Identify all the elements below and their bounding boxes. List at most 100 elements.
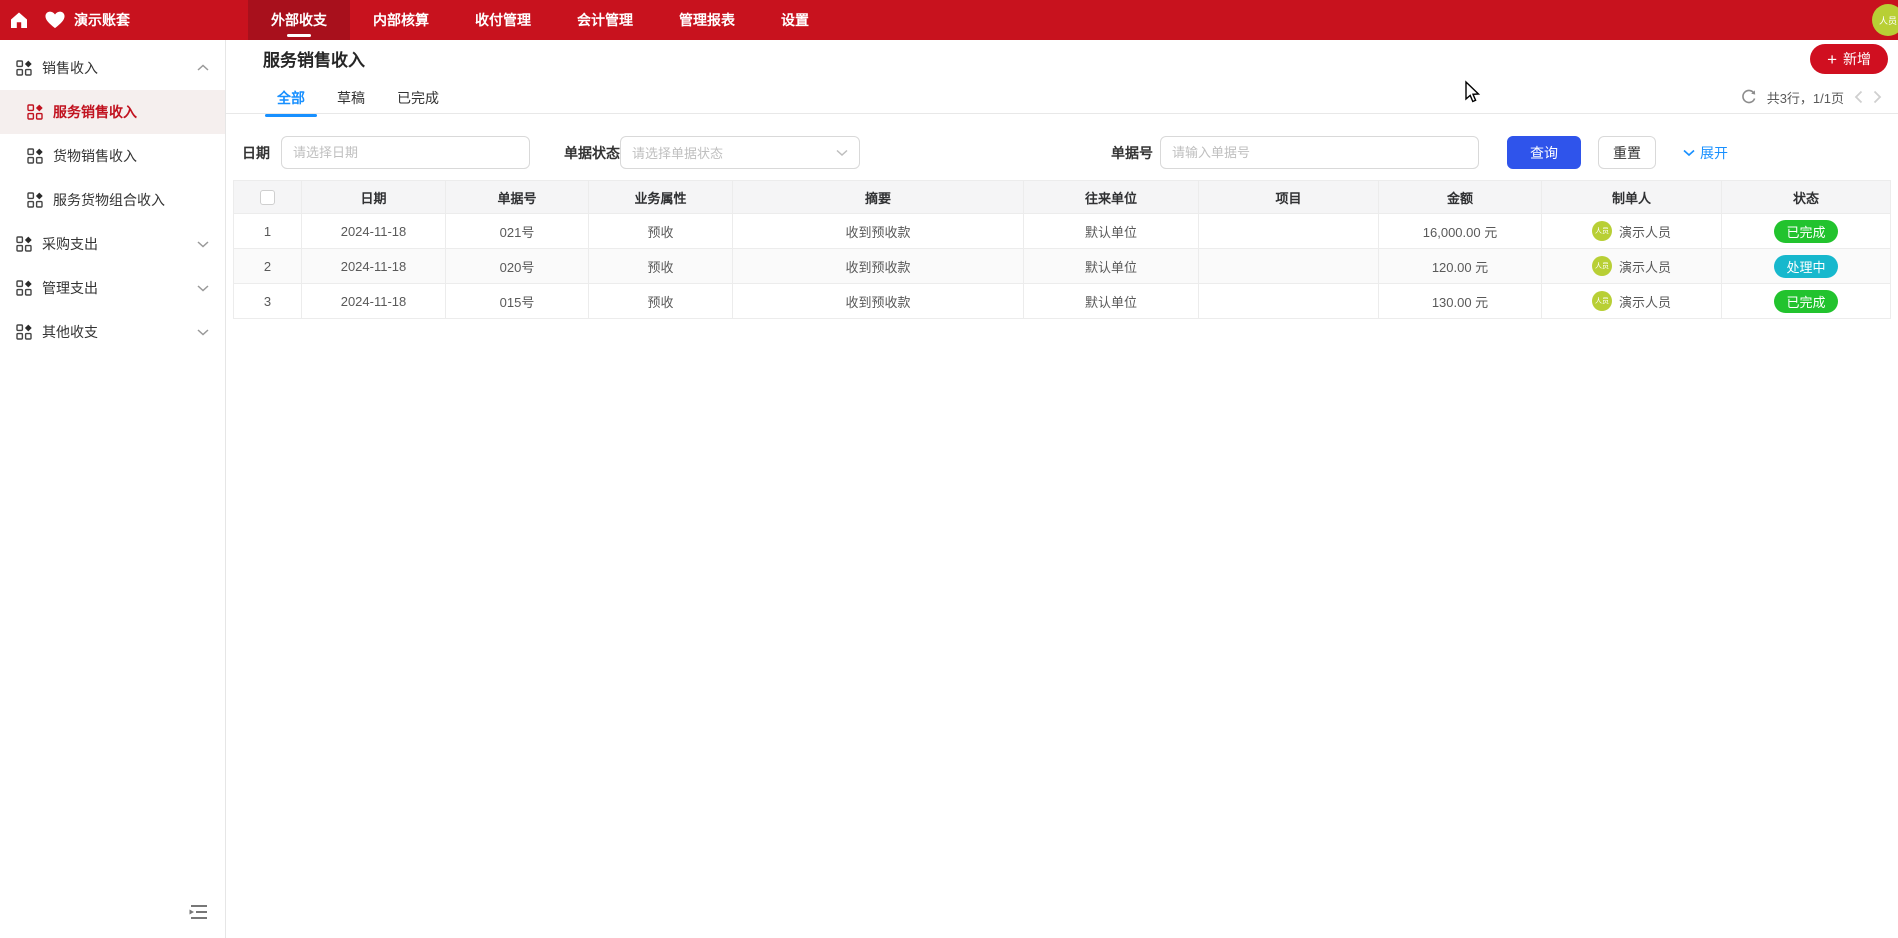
module-icon: [27, 192, 43, 208]
expand-filters-link[interactable]: 展开: [1683, 136, 1728, 169]
sidebar-collapse-button[interactable]: [187, 903, 209, 926]
col-header-status: 状态: [1722, 181, 1891, 214]
chevron-down-icon: [197, 284, 209, 292]
cell-counterparty: 默认单位: [1024, 284, 1199, 319]
sidebar-item-label: 货物销售收入: [53, 146, 137, 166]
page-title: 服务销售收入: [263, 46, 365, 71]
sidebar-group-label: 采购支出: [42, 234, 98, 254]
sidebar-group-purchase-expense[interactable]: 采购支出: [0, 222, 225, 266]
nav-item-settings[interactable]: 设置: [758, 0, 832, 40]
cell-date: 2024-11-18: [302, 214, 446, 249]
account-set-name[interactable]: 演示账套: [74, 10, 130, 30]
cell-creator: 演示人员: [1619, 292, 1671, 311]
tab-draft[interactable]: 草稿: [325, 84, 377, 117]
cell-biz-type: 预收: [589, 284, 733, 319]
status-filter-label: 单据状态: [564, 136, 620, 169]
search-button[interactable]: 查询: [1507, 136, 1581, 169]
nav-item-payments[interactable]: 收付管理: [452, 0, 554, 40]
table-row[interactable]: 2 2024-11-18 020号 预收 收到预收款 默认单位 120.00 元…: [234, 249, 1891, 284]
tabs-bar: 全部 草稿 已完成: [226, 84, 1898, 114]
sidebar-group-label: 管理支出: [42, 278, 98, 298]
date-filter-input[interactable]: [281, 136, 530, 169]
tab-all[interactable]: 全部: [265, 84, 317, 117]
row-index: 2: [234, 249, 302, 284]
nav-item-external-income-expense[interactable]: 外部收支: [248, 0, 350, 40]
tab-label: 草稿: [337, 90, 365, 106]
sidebar-group-sales-income[interactable]: 销售收入: [0, 46, 225, 90]
tab-completed[interactable]: 已完成: [385, 84, 451, 117]
chevron-down-icon: [197, 328, 209, 336]
favorite-heart-icon[interactable]: [38, 0, 72, 40]
pagination: 共3行，1/1页: [1741, 84, 1882, 110]
sidebar-item-label: 服务货物组合收入: [53, 190, 165, 210]
main-content: 服务销售收入 + 新增 全部 草稿 已完成 共3行，1/1页: [226, 40, 1898, 938]
add-button[interactable]: + 新增: [1810, 44, 1888, 74]
sidebar-group-other-income-expense[interactable]: 其他收支: [0, 310, 225, 354]
menu-fold-icon: [187, 903, 209, 921]
select-all-checkbox[interactable]: [260, 190, 275, 205]
chevron-down-icon: [1683, 149, 1695, 157]
refresh-button[interactable]: [1741, 89, 1757, 105]
sidebar-item-service-sales-income[interactable]: 服务销售收入: [0, 90, 225, 134]
col-header-amount: 金额: [1379, 181, 1542, 214]
row-index: 1: [234, 214, 302, 249]
status-filter-select[interactable]: 请选择单据状态: [620, 136, 860, 169]
sidebar-group-management-expense[interactable]: 管理支出: [0, 266, 225, 310]
sidebar-group-label: 销售收入: [42, 58, 98, 78]
nav-item-internal-accounting[interactable]: 内部核算: [350, 0, 452, 40]
col-header-project: 项目: [1199, 181, 1379, 214]
col-header-date: 日期: [302, 181, 446, 214]
sidebar-item-goods-sales-income[interactable]: 货物销售收入: [0, 134, 225, 178]
docno-filter-label: 单据号: [1111, 136, 1153, 169]
chevron-right-icon: [1873, 90, 1882, 104]
nav-item-label: 外部收支: [271, 10, 327, 30]
cell-date: 2024-11-18: [302, 284, 446, 319]
cell-counterparty: 默认单位: [1024, 214, 1199, 249]
cell-amount: 16,000.00 元: [1379, 214, 1542, 249]
cell-doc-no: 021号: [446, 214, 589, 249]
sidebar-item-label: 服务销售收入: [53, 102, 137, 122]
cell-biz-type: 预收: [589, 214, 733, 249]
cell-date: 2024-11-18: [302, 249, 446, 284]
nav-item-reports[interactable]: 管理报表: [656, 0, 758, 40]
cell-creator: 演示人员: [1619, 257, 1671, 276]
reset-button[interactable]: 重置: [1598, 136, 1656, 169]
cell-summary: 收到预收款: [733, 214, 1024, 249]
row-index: 3: [234, 284, 302, 319]
chevron-left-icon: [1854, 90, 1863, 104]
table-row[interactable]: 3 2024-11-18 015号 预收 收到预收款 默认单位 130.00 元…: [234, 284, 1891, 319]
expand-link-label: 展开: [1700, 143, 1728, 163]
col-header-creator: 制单人: [1542, 181, 1722, 214]
module-icon: [16, 236, 32, 252]
nav-item-label: 会计管理: [577, 10, 633, 30]
pagination-summary: 共3行，1/1页: [1767, 88, 1844, 107]
cell-biz-type: 预收: [589, 249, 733, 284]
module-icon: [27, 104, 43, 120]
creator-avatar: 人员: [1592, 256, 1612, 276]
table-row[interactable]: 1 2024-11-18 021号 预收 收到预收款 默认单位 16,000.0…: [234, 214, 1891, 249]
cell-doc-no: 015号: [446, 284, 589, 319]
filter-bar: 日期 单据状态 请选择单据状态 单据号 查询 重置 展开: [226, 136, 1898, 169]
home-icon: [9, 10, 29, 30]
records-table: 日期 单据号 业务属性 摘要 往来单位 项目 金额 制单人 状态 1 2024-: [233, 180, 1891, 319]
creator-avatar: 人员: [1592, 221, 1612, 241]
home-button[interactable]: [0, 0, 38, 40]
prev-page-button[interactable]: [1854, 90, 1863, 104]
col-header-counterparty: 往来单位: [1024, 181, 1199, 214]
docno-filter-input[interactable]: [1160, 136, 1479, 169]
nav-item-label: 收付管理: [475, 10, 531, 30]
cell-amount: 120.00 元: [1379, 249, 1542, 284]
nav-item-bookkeeping[interactable]: 会计管理: [554, 0, 656, 40]
sidebar: 销售收入 服务销售收入 货物销售收入: [0, 40, 226, 938]
sidebar-item-service-goods-combo-income[interactable]: 服务货物组合收入: [0, 178, 225, 222]
app-window: 演示账套 外部收支 内部核算 收付管理 会计管理 管理报表 设置 人员 销售收入: [0, 0, 1898, 938]
module-icon: [27, 148, 43, 164]
tab-label: 全部: [277, 90, 305, 106]
user-avatar[interactable]: 人员: [1872, 4, 1898, 36]
table-header-row: 日期 单据号 业务属性 摘要 往来单位 项目 金额 制单人 状态: [234, 181, 1891, 214]
col-header-doc-no: 单据号: [446, 181, 589, 214]
chevron-down-icon: [836, 149, 848, 157]
cell-amount: 130.00 元: [1379, 284, 1542, 319]
col-header-summary: 摘要: [733, 181, 1024, 214]
next-page-button[interactable]: [1873, 90, 1882, 104]
